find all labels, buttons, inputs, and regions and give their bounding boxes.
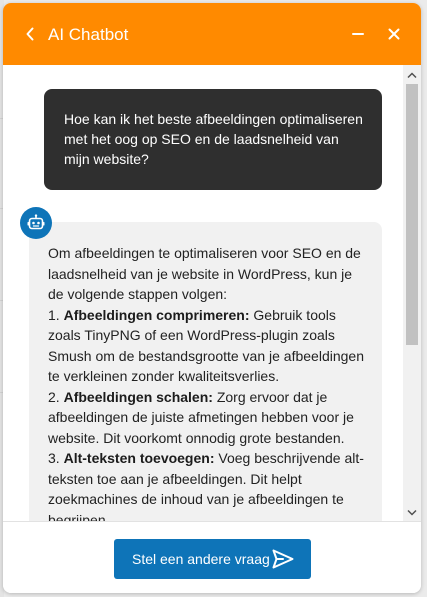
minimize-button[interactable] (347, 23, 369, 45)
chatbot-window: AI Chatbot Hoe kan ik het beste afbeeldi… (3, 3, 421, 593)
chat-scrollbar[interactable] (403, 65, 421, 521)
ask-another-question-button[interactable]: Stel een andere vraag (114, 539, 311, 579)
chevron-left-icon (26, 27, 34, 41)
chatbot-header: AI Chatbot (3, 3, 421, 65)
chevron-up-icon (407, 71, 417, 78)
bot-message: Om afbeeldingen te optimaliseren voor SE… (29, 222, 382, 521)
bot-message-step: 2. Afbeeldingen schalen: Zorg ervoor dat… (48, 387, 370, 449)
chat-messages[interactable]: Hoe kan ik het beste afbeeldingen optima… (3, 65, 421, 521)
scrollbar-thumb[interactable] (406, 84, 418, 345)
scroll-up-button[interactable] (403, 65, 421, 85)
chevron-down-icon (407, 509, 417, 516)
close-icon (388, 28, 400, 40)
step-number: 1. (48, 306, 60, 323)
bot-message-intro: Om afbeeldingen te optimaliseren voor SE… (48, 245, 361, 302)
chat-footer: Stel een andere vraag (3, 521, 421, 593)
user-message: Hoe kan ik het beste afbeeldingen optima… (44, 89, 382, 190)
step-title: Alt-teksten toevoegen: (63, 450, 215, 466)
bot-message-step: 1. Afbeeldingen comprimeren: Gebruik too… (48, 305, 370, 387)
bot-message-step: 3. Alt-teksten toevoegen: Voeg beschrijv… (48, 448, 370, 521)
robot-icon (27, 214, 45, 230)
bot-avatar (20, 207, 52, 239)
send-icon (272, 549, 294, 569)
step-number: 3. (48, 450, 60, 466)
step-number: 2. (48, 388, 60, 405)
step-title: Afbeeldingen comprimeren: (63, 306, 250, 323)
scroll-down-button[interactable] (403, 503, 421, 521)
minimize-icon (352, 33, 364, 35)
back-button[interactable] (19, 22, 41, 46)
step-title: Afbeeldingen schalen: (63, 388, 213, 405)
close-button[interactable] (383, 23, 405, 45)
ask-button-label: Stel een andere vraag (132, 551, 270, 567)
chatbot-title: AI Chatbot (48, 25, 129, 44)
